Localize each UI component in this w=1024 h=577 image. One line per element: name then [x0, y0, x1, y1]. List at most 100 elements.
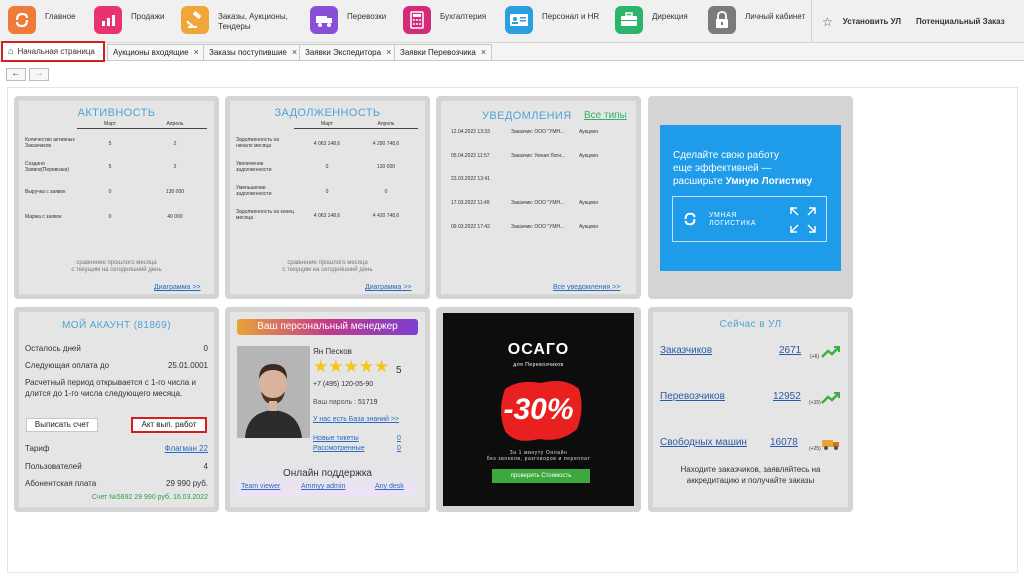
row-value: 4 063 148,6 — [313, 141, 341, 147]
nav-item-hr[interactable]: Персонал и HR — [505, 6, 626, 38]
close-icon[interactable]: × — [481, 47, 486, 57]
nav-label: Персонал и HR — [542, 12, 600, 21]
smart-logistics-banner[interactable]: Сделайте свою работу еще эффективней — р… — [660, 125, 841, 271]
smart-logistics-logo-icon — [684, 212, 696, 226]
potential-order-link[interactable]: Потенциальный Заказ — [916, 17, 1005, 26]
sales-chart-icon — [94, 6, 122, 34]
invoice-button[interactable]: Выписать счет — [26, 418, 98, 432]
online-support-box: Онлайн поддержка Team viewer Ammyy admin… — [237, 464, 418, 497]
tab-label: Заявки Экспедитора — [305, 48, 382, 57]
tab-home[interactable]: ⌂ Начальная страница — [1, 41, 105, 62]
diagram-link[interactable]: Диаграмма >> — [154, 284, 201, 291]
tab-auctions-incoming[interactable]: Аукционы входящие × — [107, 44, 205, 61]
label: Тариф — [25, 444, 50, 453]
osago-title: ОСАГО — [507, 341, 570, 358]
forward-button[interactable]: → — [29, 68, 49, 81]
close-icon[interactable]: × — [292, 47, 297, 57]
reviewed-link[interactable]: Рассмотренные — [313, 445, 365, 452]
trend-up-icon — [821, 346, 840, 358]
notif-kind: Аукцион — [579, 200, 599, 206]
tab-forwarder-requests[interactable]: Заявки Экспедитора × — [299, 44, 398, 61]
row-value: 5 — [108, 141, 112, 147]
row-value: 2 — [173, 164, 177, 170]
notification-row[interactable]: 05.04.2022 11:57 Заказчик: Умная Логи... А… — [451, 153, 598, 159]
banner-line: расширьте — [673, 176, 726, 187]
osago-discount: -30% — [503, 393, 574, 426]
tab-carrier-requests[interactable]: Заявки Перевозчика × — [394, 44, 493, 61]
reviewed-count[interactable]: 0 — [397, 445, 401, 452]
banner-line: еще эффективней — — [673, 163, 772, 174]
new-tickets-count[interactable]: 0 — [397, 435, 401, 442]
col-header: Март — [104, 121, 116, 127]
new-tickets-link[interactable]: Новые тикеты — [313, 435, 359, 442]
password-row: Ваш пароль : 51719 — [313, 399, 377, 406]
row-value: 40 000 — [167, 214, 183, 220]
activity-title: АКТИВНОСТЬ — [77, 107, 156, 119]
row-value: 0 — [108, 214, 112, 220]
gavel-icon — [181, 6, 209, 34]
ammyy-admin-link[interactable]: Ammyy admin — [301, 483, 345, 490]
notif-text: Заказчик: Умная Логи... — [511, 153, 566, 159]
close-icon[interactable]: × — [386, 47, 391, 57]
act-button[interactable]: Акт вып. работ — [131, 417, 207, 433]
period-text: Расчетный период открывается с 1-го числ… — [25, 378, 196, 398]
osago-text: без звонков, разговоров и переплат — [486, 456, 591, 462]
value: 29 990 руб. — [166, 479, 208, 488]
nav-item-orders[interactable]: Заказы, Аукционы, Тендеры — [181, 6, 302, 38]
row-label: Задолженность на конец месяца — [236, 209, 294, 221]
expand-icon — [790, 207, 816, 233]
tab-bar: Аукционы входящие × Заказы поступившие × З… — [0, 43, 1024, 61]
promo-card: Сделайте свою работу еще эффективней — р… — [648, 96, 853, 299]
all-notifications-link[interactable]: Все уведомления >> — [553, 284, 620, 291]
label: Пользователей — [25, 462, 82, 471]
check-price-button[interactable]: проверить Стоимость — [492, 469, 590, 483]
star-icon[interactable]: ☆ — [822, 15, 833, 29]
free-trucks-count[interactable]: 16078 — [770, 437, 798, 448]
diagram-link[interactable]: Диаграмма >> — [365, 284, 412, 291]
carriers-link[interactable]: Перевозчиков — [660, 391, 725, 402]
tab-orders-received[interactable]: Заказы поступившие × — [203, 44, 304, 61]
label: Абонентская плата — [25, 479, 97, 488]
invoice-note: Счет №5692 29 990 руб. 16.03.2022 — [91, 494, 208, 501]
value: 51719 — [358, 399, 378, 406]
tab-label: Заказы поступившие — [209, 48, 287, 57]
notif-date: 12.04.2022 13:33 — [451, 129, 490, 135]
trend-up-icon — [821, 392, 840, 404]
anydesk-link[interactable]: Any desk — [375, 483, 404, 490]
notification-row[interactable]: 12.04.2022 13:33 Заказчик: ООО "УМН... Аук… — [451, 129, 598, 135]
tariff-link[interactable]: Флагман 22 — [165, 444, 208, 453]
close-icon[interactable]: × — [194, 47, 199, 57]
col-header: Март — [321, 121, 333, 127]
tariff-row: Тариф Флагман 22 — [25, 444, 208, 453]
tab-label: Аукционы входящие — [113, 48, 189, 57]
footnote: сравнение прошлого месяца — [287, 260, 368, 266]
notification-row[interactable]: 23.03.2022 13:41 — [451, 176, 490, 182]
row-value: 2 — [173, 141, 177, 147]
banner-brand: Умную Логистику — [725, 176, 813, 187]
all-types-link[interactable]: Все типы — [584, 110, 627, 121]
row-value: 0 — [108, 189, 112, 195]
back-button[interactable]: ← — [6, 68, 26, 81]
set-ul-link[interactable]: Установить УЛ — [843, 17, 901, 26]
star-icon: ★ — [343, 357, 359, 376]
row-label: Выручка с заявок — [25, 189, 66, 195]
manager-phone: +7 (495) 120-05-90 — [313, 381, 374, 388]
carriers-count[interactable]: 12952 — [773, 391, 801, 402]
label: Осталось дней — [25, 344, 81, 353]
customers-count[interactable]: 2671 — [779, 345, 801, 356]
notification-row[interactable]: 17.03.2022 11:49 Заказчик: ООО "УМН... Аук… — [451, 200, 598, 206]
value: 25.01.0001 — [167, 361, 208, 370]
knowledge-base-link[interactable]: У нас есть База знаний >> — [313, 416, 399, 423]
notification-row[interactable]: 09.03.2022 17:42 Заказчик: ООО "УМН... Аук… — [451, 224, 598, 230]
support-title: Онлайн поддержка — [283, 468, 372, 479]
home-icon: ⌂ — [8, 46, 14, 56]
customers-link[interactable]: Заказчиков — [660, 345, 712, 356]
row-label: Увеличение задолженности — [236, 161, 272, 173]
teamviewer-link[interactable]: Team viewer — [241, 483, 280, 490]
now-in-ul-card: Сейчас в УЛ Заказчиков 2671 (+6) Перевоз… — [648, 307, 853, 512]
calculator-icon — [403, 6, 431, 34]
free-trucks-link[interactable]: Свободных машин — [660, 437, 747, 448]
account-title: МОЙ АКАУНТ (81869) — [62, 320, 171, 331]
osago-banner[interactable]: ОСАГО для Перевозчиков -30% За 1 минуту … — [443, 313, 634, 506]
truck-icon — [822, 440, 839, 450]
